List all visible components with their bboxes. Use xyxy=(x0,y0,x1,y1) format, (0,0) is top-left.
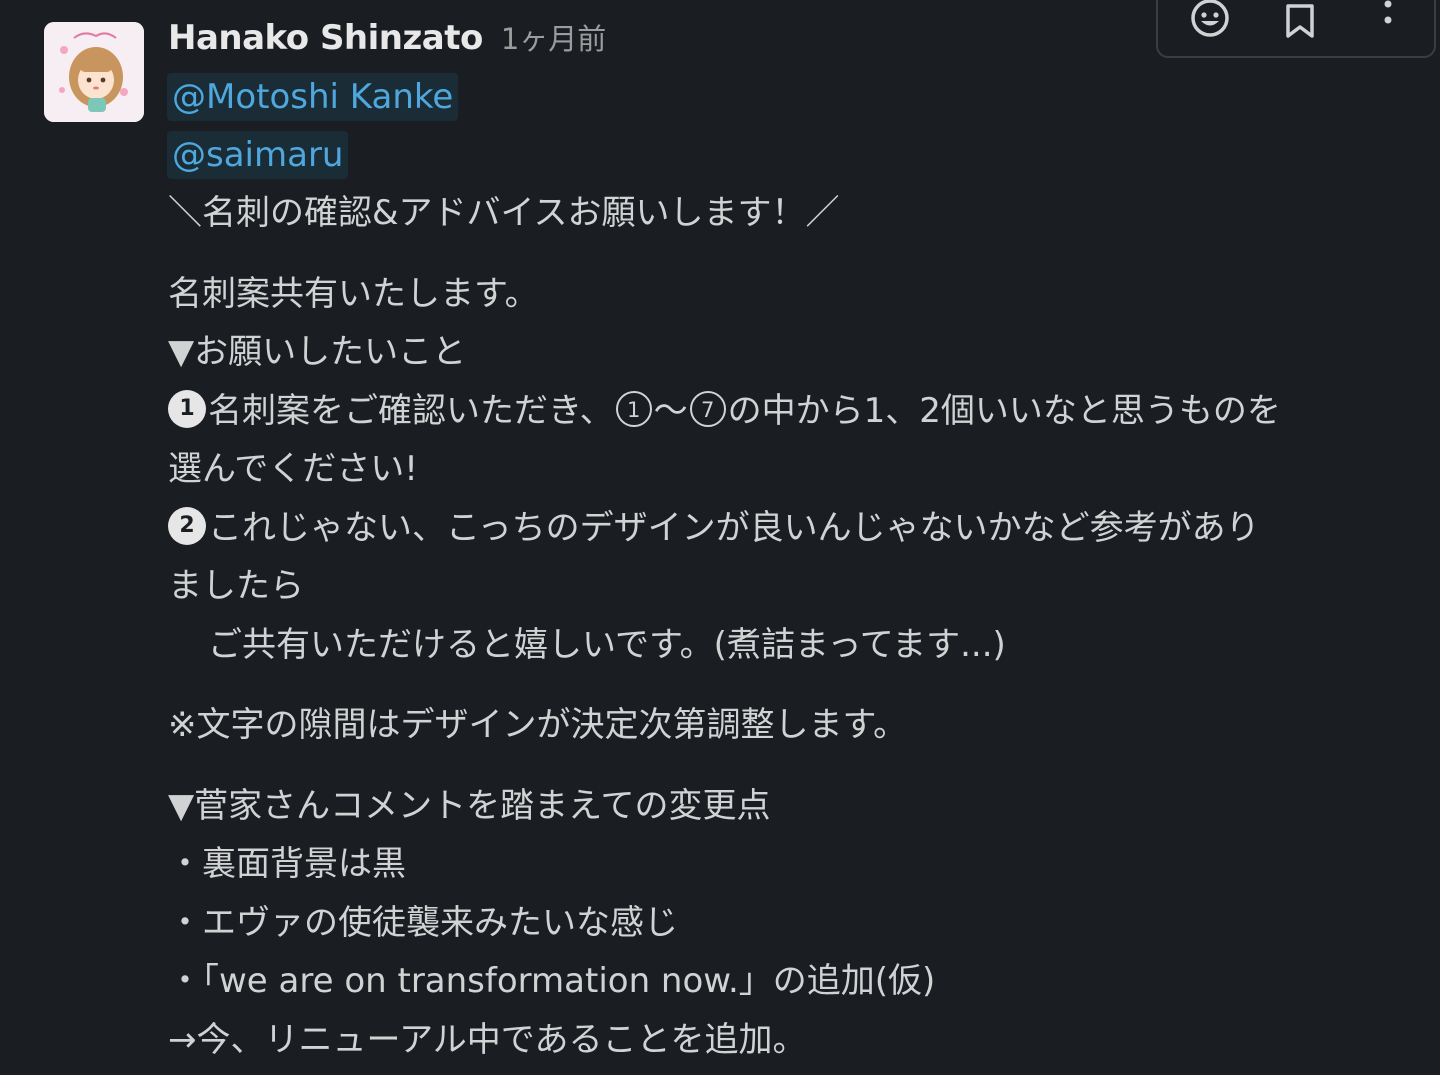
timestamp[interactable]: 1ヶ月前 xyxy=(501,16,606,58)
intro-text: 名刺案共有いたします。 xyxy=(168,273,539,314)
request-item-1: 1 名刺案をご確認いただき、 1 〜 7 の中から1、2個いいなと思うものを xyxy=(168,382,1433,441)
request-item-2-cont2: ご共有いただけると嬉しいです。(煮詰まってます...) xyxy=(208,624,1006,665)
message-content: Hanako Shinzato 1ヶ月前 @Motoshi Kanke @sai… xyxy=(167,16,1433,1069)
mention-motoshi-kanke[interactable]: @Motoshi Kanke xyxy=(167,73,459,121)
message: Hanako Shinzato 1ヶ月前 @Motoshi Kanke @sai… xyxy=(0,0,1440,1075)
request-item-1-cont: 選んでください! xyxy=(168,449,418,489)
circled-number-1: 1 xyxy=(615,391,652,427)
request-item-1-text-a: 名刺案をご確認いただき、 xyxy=(208,390,614,431)
change-item-1: ・裏面背景は黒 xyxy=(168,844,406,884)
changes-title: ▼菅家さんコメントを踏まえての変更点 xyxy=(168,785,771,826)
number-badge-1: 1 xyxy=(168,390,206,428)
headline: ＼名刺の確認&アドバイスお願いします！／ xyxy=(168,193,840,233)
tilde: 〜 xyxy=(653,390,688,431)
change-item-2: ・エヴァの使徒襲来みたいな感じ xyxy=(168,902,678,943)
request-item-2-text: これじゃない、こっちのデザインが良いんじゃないかなど参考があり xyxy=(208,507,1260,548)
request-item-2-cont: ましたら xyxy=(168,566,304,606)
change-item-4: →今、リニューアル中であることを追加。 xyxy=(168,1019,807,1060)
mention-row: @saimaru xyxy=(167,126,1433,184)
author-name[interactable]: Hanako Shinzato xyxy=(168,18,483,58)
avatar[interactable] xyxy=(44,22,144,122)
mention-saimaru[interactable]: @saimaru xyxy=(167,131,349,179)
request-title: ▼お願いしたいこと xyxy=(168,332,467,372)
request-item-2: 2 これじゃない、こっちのデザインが良いんじゃないかなど参考があり xyxy=(168,499,1433,558)
request-item-1-text-b: の中から1、2個いいなと思うものを xyxy=(727,390,1281,431)
message-header: Hanako Shinzato 1ヶ月前 xyxy=(168,16,1433,68)
note-text: ※文字の隙間はデザインが決定次第調整します。 xyxy=(168,705,908,745)
change-item-3: ・「we are on transformation now.」の追加(仮) xyxy=(168,961,936,1001)
circled-number-7: 7 xyxy=(689,391,726,427)
mention-row: @Motoshi Kanke xyxy=(167,68,1433,126)
number-badge-2: 2 xyxy=(168,507,206,545)
avatar-illustration xyxy=(44,22,144,122)
